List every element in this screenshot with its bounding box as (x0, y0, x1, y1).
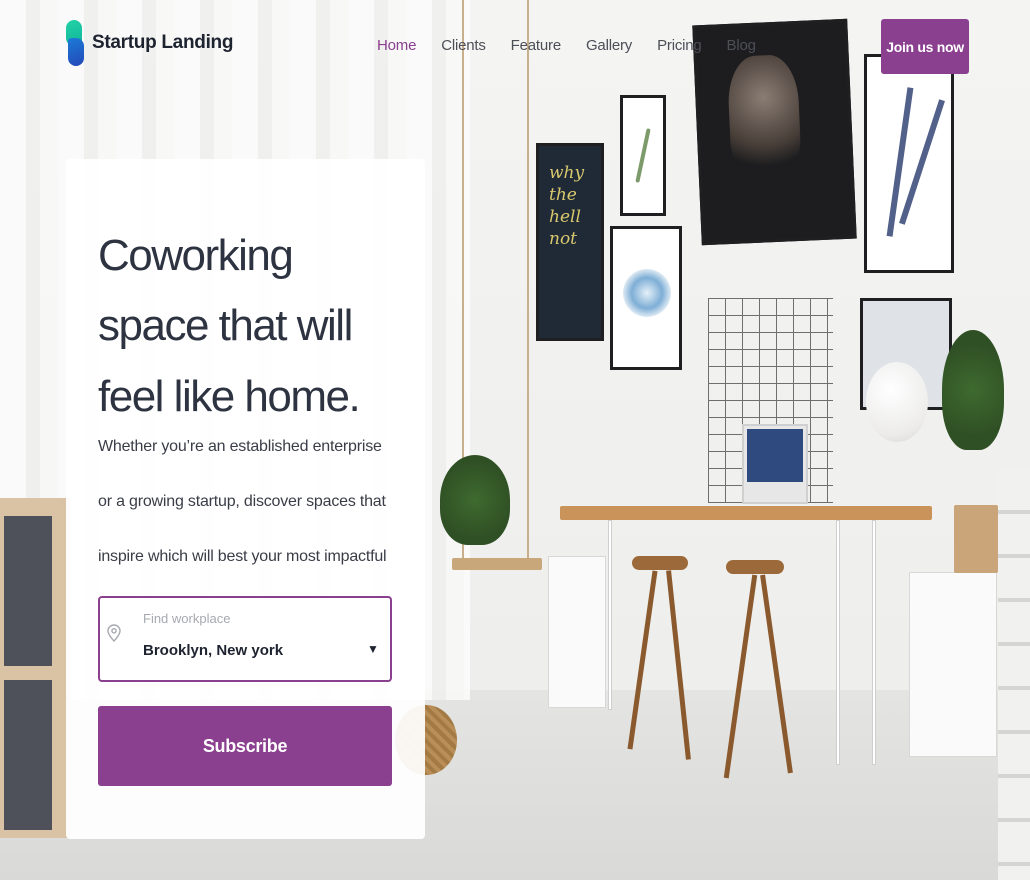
subscribe-button[interactable]: Subscribe (98, 706, 392, 786)
map-pin-icon (107, 624, 121, 642)
desk-leg (872, 520, 876, 765)
potted-plant (942, 330, 1004, 450)
shelf-cube (4, 680, 52, 830)
drawer-unit (548, 556, 606, 708)
nav-item-gallery[interactable]: Gallery (586, 37, 632, 54)
site-header: Startup Landing Home Clients Feature Gal… (0, 0, 1030, 95)
stool-seat (726, 560, 784, 574)
chevron-down-icon: ▼ (367, 642, 379, 656)
stool-seat (632, 556, 688, 570)
nav-item-blog[interactable]: Blog (727, 37, 756, 54)
nav-item-feature[interactable]: Feature (511, 37, 561, 54)
workplace-select-value: Brooklyn, New york (143, 642, 284, 659)
join-us-button[interactable]: Join us now (881, 19, 969, 74)
workplace-select-label: Find workplace (143, 611, 231, 626)
drawer-unit (909, 572, 997, 757)
nav-item-clients[interactable]: Clients (441, 37, 486, 54)
desk-leg (608, 520, 612, 710)
desk-globe (866, 362, 928, 442)
main-nav: Home Clients Feature Gallery Pricing Blo… (377, 37, 756, 54)
hanging-swing (452, 558, 542, 570)
poster-lettering: why the hell not (549, 163, 585, 249)
wooden-crate (998, 470, 1030, 880)
workplace-select[interactable]: Find workplace Brooklyn, New york ▼ (98, 596, 392, 682)
bookshelf (0, 498, 70, 838)
laptop (742, 424, 808, 504)
desk-top (560, 506, 932, 520)
shelf-cube (4, 516, 52, 666)
logo-mark-icon (66, 20, 84, 66)
lettering-poster: why the hell not (536, 143, 604, 341)
desk-leg (836, 520, 840, 765)
hero-card: Coworking space that will feel like home… (66, 159, 425, 839)
hanging-plant (440, 455, 510, 545)
brand-name: Startup Landing (92, 32, 234, 53)
brand-logo[interactable]: Startup Landing (66, 20, 233, 66)
nav-item-pricing[interactable]: Pricing (657, 37, 702, 54)
plant-pot (954, 505, 998, 573)
nav-item-home[interactable]: Home (377, 37, 416, 54)
abstract-print (610, 226, 682, 370)
hero-title: Coworking space that will feel like home… (98, 231, 361, 421)
fern-print (620, 95, 666, 216)
